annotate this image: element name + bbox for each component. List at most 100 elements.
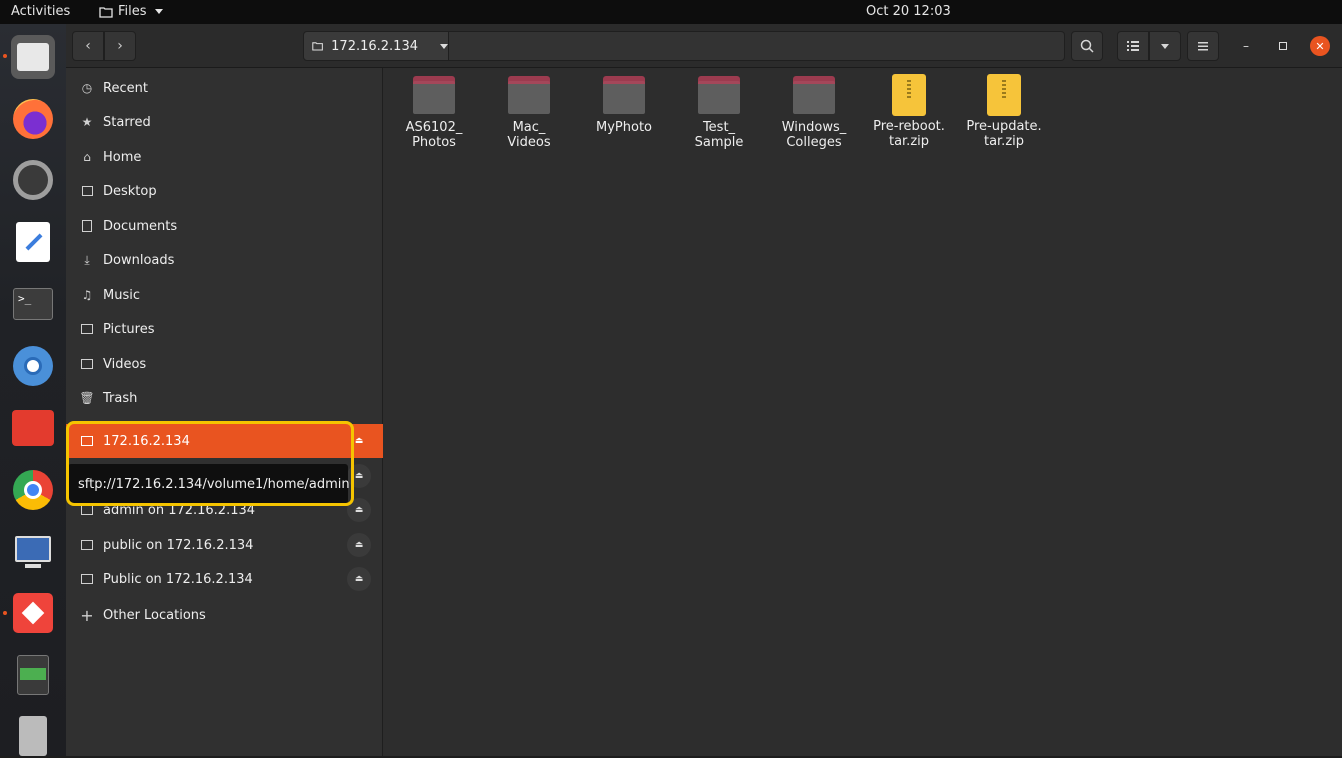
file-item-label: Pre-update. tar.zip [966,119,1042,149]
path-bar-empty[interactable] [449,31,1065,61]
maximize-icon [1279,42,1287,50]
firefox-icon[interactable] [11,97,55,141]
sidebar-item-home[interactable]: ⌂ Home [66,140,383,174]
running-indicator [3,611,7,615]
sidebar-item-label: Public on 172.16.2.134 [103,571,253,587]
sidebar-item-starred[interactable]: ★ Starred [66,105,383,139]
sidebar-item-other-locations[interactable]: + Other Locations [66,598,383,632]
file-item-label: Test_ Sample [694,120,744,150]
minimize-icon: – [1243,39,1249,53]
chevron-left-icon: ‹ [85,38,91,54]
sidebar-item-pictures[interactable]: Pictures [66,312,383,346]
notebook-icon [17,655,49,695]
chromium-icon-shape [13,346,53,386]
app-menu[interactable]: Files [99,4,163,19]
chevron-down-icon [154,9,163,14]
file-item[interactable]: Windows_ Colleges [769,76,859,150]
gear-icon [13,160,53,200]
desktop-icon [79,183,95,199]
sidebar-item-label: admin on 172.16.2.134 [103,502,256,518]
text-editor-icon[interactable] [11,220,55,264]
view-options-button[interactable] [1149,31,1181,61]
minimize-button[interactable]: – [1236,36,1256,56]
folder-icon [698,76,740,114]
remote-desktop-icon[interactable] [11,530,55,574]
back-button[interactable]: ‹ [72,31,104,61]
forward-button[interactable]: › [104,31,136,61]
eject-icon[interactable]: ⏏ [347,464,371,488]
zip-archive-icon [892,74,926,116]
sidebar-item-label: Trash [103,390,138,406]
settings-icon[interactable] [11,158,55,202]
sidebar-item-videos[interactable]: Videos [66,347,383,381]
archive-manager-icon[interactable] [11,714,55,758]
download-icon: ⤓ [84,252,90,267]
file-item[interactable]: Pre-reboot. tar.zip [864,74,954,149]
eject-icon[interactable]: ⏏ [347,498,371,522]
sidebar-item-label: Other Locations [103,607,206,623]
search-button[interactable] [1071,31,1103,61]
files-window: ‹ › 172.16.2.134 – ✕ ◷ Recent ★ Starred … [66,24,1342,756]
sidebar-item-public-share[interactable]: public on 172.16.2.134 ⏏ [66,528,383,562]
zip-archive-icon [987,74,1021,116]
sidebar-item-public-share-2[interactable]: Public on 172.16.2.134 ⏏ [66,562,383,596]
file-item[interactable]: Test_ Sample [674,76,764,150]
network-folder-icon [312,42,323,51]
search-icon [1080,39,1094,53]
sidebar-item-network-172-16-2-134[interactable]: 172.16.2.134 ⏏ [66,424,383,458]
anydesk-icon-shape [13,593,53,633]
network-folder-icon [79,502,95,518]
sidebar-item-label: Pictures [103,321,155,337]
top-bar: Activities Files Oct 20 12:03 [0,0,1342,24]
tooltip-text: sftp://172.16.2.134/volume1/home/admin [78,476,350,492]
anydesk-icon[interactable] [11,591,55,635]
file-item-label: Mac_ Videos [507,120,551,150]
eject-icon[interactable]: ⏏ [347,533,371,557]
files-icon[interactable] [11,35,55,79]
eject-icon[interactable]: ⏏ [347,429,371,453]
plus-icon: + [80,605,94,625]
folder-icon [413,76,455,114]
file-item[interactable]: MyPhoto [579,76,669,135]
eject-icon[interactable]: ⏏ [347,567,371,591]
folder-icon [603,76,645,114]
doublecommander-icon-shape [12,410,54,446]
doublecommander-icon[interactable] [11,406,55,450]
file-view: AS6102_ Photos Mac_ Videos MyPhoto Test_… [384,68,1342,756]
star-icon: ★ [81,115,93,129]
sidebar-item-documents[interactable]: Documents [66,209,383,243]
header-bar: ‹ › 172.16.2.134 – ✕ [66,24,1342,68]
sidebar-item-desktop[interactable]: Desktop [66,174,383,208]
network-folder-icon [79,433,95,449]
sidebar-item-downloads[interactable]: ⤓ Downloads [66,243,383,277]
dock: >_ [0,24,66,756]
network-folder-icon [79,571,95,587]
file-item[interactable]: AS6102_ Photos [389,76,479,150]
clock[interactable]: Oct 20 12:03 [866,4,951,19]
terminal-icon[interactable]: >_ [11,282,55,326]
sidebar-item-music[interactable]: ♫ Music [66,278,383,312]
path-bar-current[interactable]: 172.16.2.134 [303,31,449,61]
sidebar-item-label: Recent [103,80,148,96]
monitor-icon [15,536,51,562]
sidebar-item-label: 172.16.2.134 [103,433,190,449]
activities-button[interactable]: Activities [11,4,70,19]
close-icon: ✕ [1315,39,1325,53]
chromium-icon[interactable] [11,344,55,388]
view-list-button[interactable] [1117,31,1149,61]
trash-icon: 🗑 [79,391,95,405]
sidebar-item-trash[interactable]: 🗑 Trash [66,381,383,415]
close-button[interactable]: ✕ [1310,36,1330,56]
file-item[interactable]: Mac_ Videos [484,76,574,150]
text-editor-icon-shape [16,222,50,262]
chrome-icon[interactable] [11,468,55,512]
sidebar-item-recent[interactable]: ◷ Recent [66,71,383,105]
maximize-button[interactable] [1273,36,1293,56]
notes-app-icon[interactable] [11,653,55,697]
menu-button[interactable] [1187,31,1219,61]
file-item[interactable]: Pre-update. tar.zip [959,74,1049,149]
sidebar-item-label: Music [103,287,140,303]
running-indicator [3,54,7,58]
file-item-label: Windows_ Colleges [781,120,847,150]
video-icon [79,356,95,372]
